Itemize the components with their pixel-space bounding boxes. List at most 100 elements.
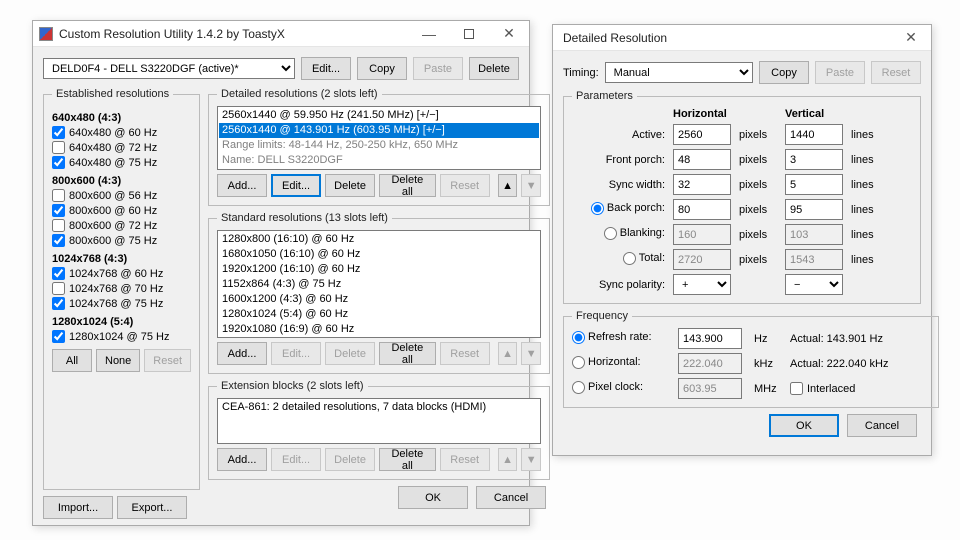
param-h-input[interactable] <box>673 124 731 145</box>
est-checkbox[interactable]: 800x600 @ 60 Hz <box>52 204 191 217</box>
paste-button[interactable]: Paste <box>413 57 463 80</box>
list-item[interactable]: 2560x1440 @ 143.901 Hz (603.95 MHz) [+/−… <box>219 123 539 138</box>
param-v-input[interactable] <box>785 174 843 195</box>
est-checkbox[interactable]: 1024x768 @ 60 Hz <box>52 267 191 280</box>
list-item[interactable]: 1920x1200 (16:10) @ 60 Hz <box>219 262 539 277</box>
detail-copy-button[interactable]: Copy <box>759 61 809 84</box>
close-icon[interactable]: ✕ <box>489 21 529 47</box>
param-radio[interactable]: Total: <box>623 252 665 265</box>
param-v-input[interactable] <box>785 124 843 145</box>
checkbox[interactable] <box>52 189 65 202</box>
delete-button[interactable]: Delete <box>469 57 519 80</box>
checkbox[interactable] <box>52 204 65 217</box>
est-checkbox[interactable]: 1024x768 @ 70 Hz <box>52 282 191 295</box>
param-label[interactable]: Back porch: <box>572 202 667 218</box>
sync-v-select[interactable]: − <box>785 274 843 295</box>
param-label[interactable]: Total: <box>572 252 667 268</box>
est-checkbox[interactable]: 1280x1024 @ 75 Hz <box>52 330 191 343</box>
est-checkbox[interactable]: 800x600 @ 72 Hz <box>52 219 191 232</box>
list-item[interactable]: 2560x1440 @ 59.950 Hz (241.50 MHz) [+/−] <box>219 108 539 123</box>
std-deleteall-button[interactable]: Delete all <box>379 342 436 365</box>
list-item[interactable]: 1152x864 (4:3) @ 75 Hz <box>219 277 539 292</box>
ext-listbox[interactable]: CEA-861: 2 detailed resolutions, 7 data … <box>217 398 541 444</box>
checkbox[interactable] <box>52 126 65 139</box>
timing-select[interactable]: Manual <box>605 62 753 83</box>
list-item[interactable]: Range limits: 48-144 Hz, 250-250 kHz, 65… <box>219 138 539 153</box>
import-button[interactable]: Import... <box>43 496 113 519</box>
minimize-icon[interactable]: — <box>409 21 449 47</box>
est-reset-button[interactable]: Reset <box>144 349 191 372</box>
list-item[interactable]: Name: DELL S3220DGF <box>219 153 539 168</box>
param-h-input[interactable] <box>673 199 731 220</box>
detail-paste-button[interactable]: Paste <box>815 61 865 84</box>
freq-label[interactable]: Refresh rate: <box>572 331 672 347</box>
detail-cancel-button[interactable]: Cancel <box>847 414 917 437</box>
list-item[interactable]: 1280x800 (16:10) @ 60 Hz <box>219 232 539 247</box>
est-all-button[interactable]: All <box>52 349 92 372</box>
list-item[interactable]: 1280x1024 (5:4) @ 60 Hz <box>219 307 539 322</box>
checkbox[interactable] <box>52 330 65 343</box>
ext-deleteall-button[interactable]: Delete all <box>379 448 436 471</box>
est-checkbox[interactable]: 640x480 @ 72 Hz <box>52 141 191 154</box>
est-checkbox[interactable]: 1024x768 @ 75 Hz <box>52 297 191 310</box>
est-checkbox[interactable]: 800x600 @ 56 Hz <box>52 189 191 202</box>
monitor-select[interactable]: DELD0F4 - DELL S3220DGF (active)* <box>43 58 295 79</box>
checkbox[interactable] <box>52 219 65 232</box>
checkbox[interactable] <box>52 234 65 247</box>
checkbox[interactable] <box>52 141 65 154</box>
det-deleteall-button[interactable]: Delete all <box>379 174 436 197</box>
freq-label[interactable]: Pixel clock: <box>572 381 672 397</box>
det-edit-button[interactable]: Edit... <box>271 174 321 197</box>
det-reset-button[interactable]: Reset <box>440 174 490 197</box>
maximize-icon[interactable] <box>449 21 489 47</box>
std-add-button[interactable]: Add... <box>217 342 267 365</box>
freq-radio[interactable]: Horizontal: <box>572 356 641 369</box>
list-item[interactable]: 1680x1050 (16:10) @ 60 Hz <box>219 247 539 262</box>
freq-input[interactable] <box>678 328 742 349</box>
det-delete-button[interactable]: Delete <box>325 174 375 197</box>
ext-edit-button[interactable]: Edit... <box>271 448 321 471</box>
detailed-listbox[interactable]: 2560x1440 @ 59.950 Hz (241.50 MHz) [+/−]… <box>217 106 541 170</box>
param-radio[interactable]: Blanking: <box>604 227 665 240</box>
est-checkbox[interactable]: 800x600 @ 75 Hz <box>52 234 191 247</box>
interlaced-checkbox[interactable]: Interlaced <box>790 382 930 395</box>
param-h-input[interactable] <box>673 149 731 170</box>
ext-up-icon[interactable]: ▲ <box>498 448 518 471</box>
est-none-button[interactable]: None <box>96 349 140 372</box>
list-item[interactable]: 1920x1080 (16:9) @ 60 Hz <box>219 322 539 337</box>
list-item[interactable]: 1600x1200 (4:3) @ 60 Hz <box>219 292 539 307</box>
standard-listbox[interactable]: 1280x800 (16:10) @ 60 Hz1680x1050 (16:10… <box>217 230 541 338</box>
det-add-button[interactable]: Add... <box>217 174 267 197</box>
param-radio[interactable]: Back porch: <box>591 202 665 215</box>
est-checkbox[interactable]: 640x480 @ 60 Hz <box>52 126 191 139</box>
detail-reset-button[interactable]: Reset <box>871 61 921 84</box>
param-label[interactable]: Blanking: <box>572 227 667 243</box>
copy-button[interactable]: Copy <box>357 57 407 80</box>
cancel-button[interactable]: Cancel <box>476 486 546 509</box>
ext-down-icon[interactable]: ▼ <box>521 448 541 471</box>
freq-radio[interactable]: Pixel clock: <box>572 381 643 394</box>
std-down-icon[interactable]: ▼ <box>521 342 541 365</box>
std-edit-button[interactable]: Edit... <box>271 342 321 365</box>
export-button[interactable]: Export... <box>117 496 187 519</box>
list-item[interactable]: CEA-861: 2 detailed resolutions, 7 data … <box>219 400 539 415</box>
ext-reset-button[interactable]: Reset <box>440 448 490 471</box>
checkbox[interactable] <box>52 156 65 169</box>
checkbox[interactable] <box>52 282 65 295</box>
param-v-input[interactable] <box>785 149 843 170</box>
ok-button[interactable]: OK <box>398 486 468 509</box>
std-up-icon[interactable]: ▲ <box>498 342 518 365</box>
std-reset-button[interactable]: Reset <box>440 342 490 365</box>
sync-h-select[interactable]: + <box>673 274 731 295</box>
param-v-input[interactable] <box>785 199 843 220</box>
std-delete-button[interactable]: Delete <box>325 342 375 365</box>
detail-close-icon[interactable]: ✕ <box>891 25 931 51</box>
ext-add-button[interactable]: Add... <box>217 448 267 471</box>
param-h-input[interactable] <box>673 174 731 195</box>
freq-radio[interactable]: Refresh rate: <box>572 331 652 344</box>
detail-ok-button[interactable]: OK <box>769 414 839 437</box>
det-down-icon[interactable]: ▼ <box>521 174 541 197</box>
ext-delete-button[interactable]: Delete <box>325 448 375 471</box>
freq-label[interactable]: Horizontal: <box>572 356 672 372</box>
checkbox[interactable] <box>52 267 65 280</box>
